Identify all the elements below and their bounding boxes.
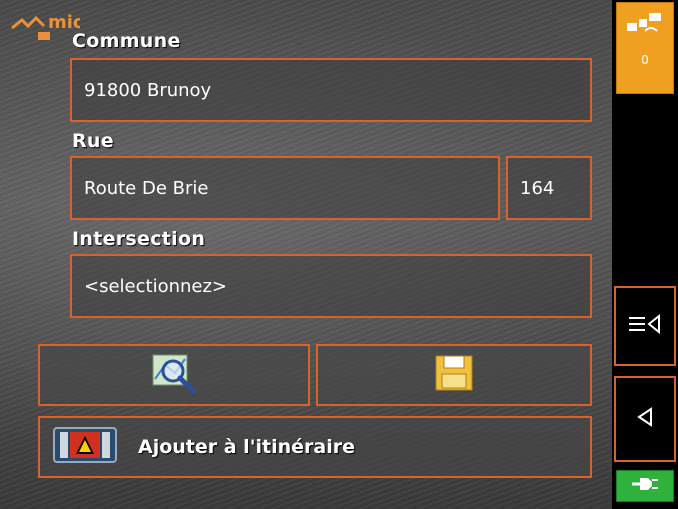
add-to-route-button[interactable]: Ajouter à l'itinéraire bbox=[38, 416, 592, 478]
satellite-icon bbox=[625, 9, 665, 43]
house-number-field[interactable]: 164 bbox=[506, 156, 592, 220]
intersection-label: Intersection bbox=[72, 228, 206, 250]
map-magnifier-icon bbox=[149, 351, 199, 399]
power-plug-icon bbox=[630, 474, 660, 498]
intersection-field[interactable]: <selectionnez> bbox=[70, 254, 592, 318]
power-button[interactable] bbox=[616, 470, 674, 502]
street-value: Route De Brie bbox=[84, 177, 209, 199]
house-number-value: 164 bbox=[520, 177, 555, 199]
save-button[interactable] bbox=[316, 344, 592, 406]
commune-field[interactable]: 91800 Brunoy bbox=[70, 58, 592, 122]
commune-value: 91800 Brunoy bbox=[84, 79, 212, 101]
gps-status[interactable]: 0 bbox=[616, 2, 674, 94]
menu-button[interactable] bbox=[614, 286, 676, 366]
address-entry-panel: mio Commune 91800 Brunoy Rue Route De Br… bbox=[0, 0, 612, 509]
map-search-button[interactable] bbox=[38, 344, 310, 406]
rue-label: Rue bbox=[72, 130, 114, 152]
add-to-route-label: Ajouter à l'itinéraire bbox=[138, 436, 355, 458]
navigation-screen: mio Commune 91800 Brunoy Rue Route De Br… bbox=[0, 0, 678, 509]
back-arrow-icon bbox=[635, 405, 655, 433]
intersection-value: <selectionnez> bbox=[84, 275, 227, 297]
street-field[interactable]: Route De Brie bbox=[70, 156, 500, 220]
menu-back-icon bbox=[627, 312, 663, 340]
route-warning-icon bbox=[52, 422, 118, 472]
gps-satellite-count: 0 bbox=[641, 53, 649, 67]
right-sidebar: 0 bbox=[612, 0, 678, 509]
mio-logo: mio bbox=[10, 6, 85, 46]
floppy-disk-icon bbox=[434, 354, 474, 396]
commune-label: Commune bbox=[72, 30, 181, 52]
back-button[interactable] bbox=[614, 376, 676, 462]
